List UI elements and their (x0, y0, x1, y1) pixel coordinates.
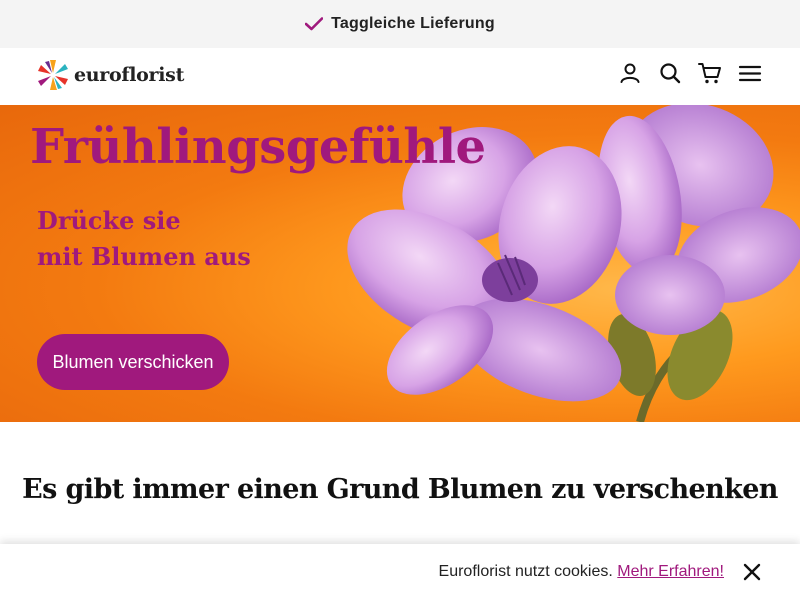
hero-title: Frühlingsgefühle (30, 119, 486, 175)
hero-subtitle-line2: mit Blumen aus (37, 242, 251, 271)
user-icon[interactable] (618, 61, 642, 85)
check-icon (305, 17, 324, 31)
delivery-banner-label: Taggleiche Lieferung (331, 15, 495, 32)
logo-text: euroflorist (74, 64, 185, 86)
cookie-text: Euroflorist nutzt cookies. (438, 563, 613, 580)
section-title: Es gibt immer einen Grund Blumen zu vers… (22, 474, 778, 505)
hero-banner: Frühlingsgefühle Drücke sie mit Blumen a… (0, 105, 800, 422)
hero-subtitle: Drücke sie mit Blumen aus (37, 203, 251, 275)
header-actions (618, 61, 762, 85)
cookie-banner: Euroflorist nutzt cookies. Mehr Erfahren… (0, 544, 800, 600)
site-header: euroflorist (0, 48, 800, 105)
menu-icon[interactable] (738, 61, 762, 85)
delivery-banner: Taggleiche Lieferung (0, 0, 800, 48)
cart-icon[interactable] (698, 61, 722, 85)
cookie-more-link[interactable]: Mehr Erfahren! (617, 563, 724, 580)
hero-subtitle-line1: Drücke sie (37, 206, 181, 235)
close-icon[interactable] (742, 562, 762, 582)
search-icon[interactable] (658, 61, 682, 85)
send-flowers-button[interactable]: Blumen verschicken (37, 334, 229, 390)
logo[interactable]: euroflorist (36, 58, 184, 92)
flower-logo-icon (38, 60, 68, 90)
